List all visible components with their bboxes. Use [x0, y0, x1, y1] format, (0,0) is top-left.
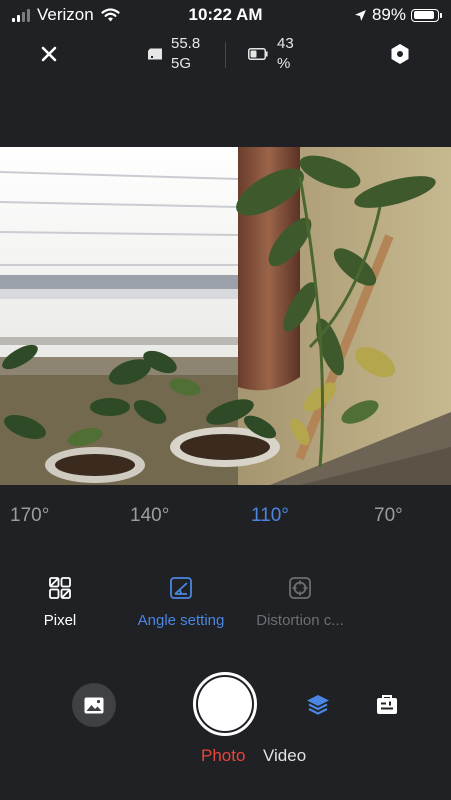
angle-selector: 170° 140° 110° 70°: [0, 505, 451, 535]
camera-battery-indicator: 43 %: [248, 34, 305, 74]
settings-button[interactable]: [387, 41, 413, 67]
camera-preview-image: [0, 147, 451, 485]
location-arrow-icon: [354, 9, 366, 21]
angle-option-170[interactable]: 170°: [10, 505, 49, 527]
storage-indicator: 55.8 5G: [147, 34, 211, 74]
storage-value: 55.8: [171, 35, 201, 52]
storage-unit: 5G: [171, 55, 192, 72]
camera-battery-value: 43: [277, 35, 294, 52]
shutter-button[interactable]: [193, 672, 257, 736]
angle-setting-icon: [170, 577, 192, 599]
pixel-mode-button[interactable]: Pixel: [42, 575, 78, 629]
close-icon: [41, 46, 57, 62]
battery-icon: [411, 8, 442, 22]
pixel-grid-icon: [49, 577, 71, 599]
mode-options: Pixel Angle setting Distortion c...: [0, 575, 451, 635]
distortion-target-icon: [289, 577, 311, 599]
angle-setting-button[interactable]: Angle setting: [131, 575, 231, 629]
settings-hexagon-icon: [391, 44, 409, 64]
battery-percent: 89%: [371, 5, 406, 24]
top-bar-divider: [225, 42, 226, 68]
distortion-correction-label: Distortion c...: [256, 612, 344, 629]
toolbox-icon: [377, 695, 397, 714]
distortion-correction-button[interactable]: Distortion c...: [250, 575, 350, 629]
close-button[interactable]: [36, 41, 62, 67]
status-bar: Verizon 10:22 AM 89%: [0, 0, 451, 30]
camera-top-bar: 55.8 5G 43 %: [0, 30, 451, 80]
tab-photo[interactable]: Photo: [201, 746, 245, 766]
gallery-image-icon: [84, 697, 104, 713]
camera-battery-unit: %: [277, 55, 291, 72]
camera-viewfinder[interactable]: [0, 147, 451, 485]
capture-mode-tabs: Photo Video: [0, 746, 451, 770]
status-right: 89%: [354, 5, 442, 25]
tab-video[interactable]: Video: [263, 746, 306, 766]
capture-controls: Photo Video: [0, 670, 451, 800]
angle-option-70[interactable]: 70°: [374, 505, 403, 527]
gallery-button[interactable]: [72, 683, 116, 727]
angle-option-110[interactable]: 110°: [251, 505, 289, 527]
sd-card-icon: [148, 48, 162, 60]
angle-setting-label: Angle setting: [137, 612, 225, 629]
tools-button[interactable]: [374, 692, 400, 718]
shutter-inner: [198, 677, 252, 731]
pixel-mode-label: Pixel: [43, 612, 77, 629]
camera-battery-icon: [248, 48, 268, 60]
layers-button[interactable]: [305, 692, 331, 718]
layers-icon: [307, 695, 329, 715]
angle-option-140[interactable]: 140°: [130, 505, 169, 527]
